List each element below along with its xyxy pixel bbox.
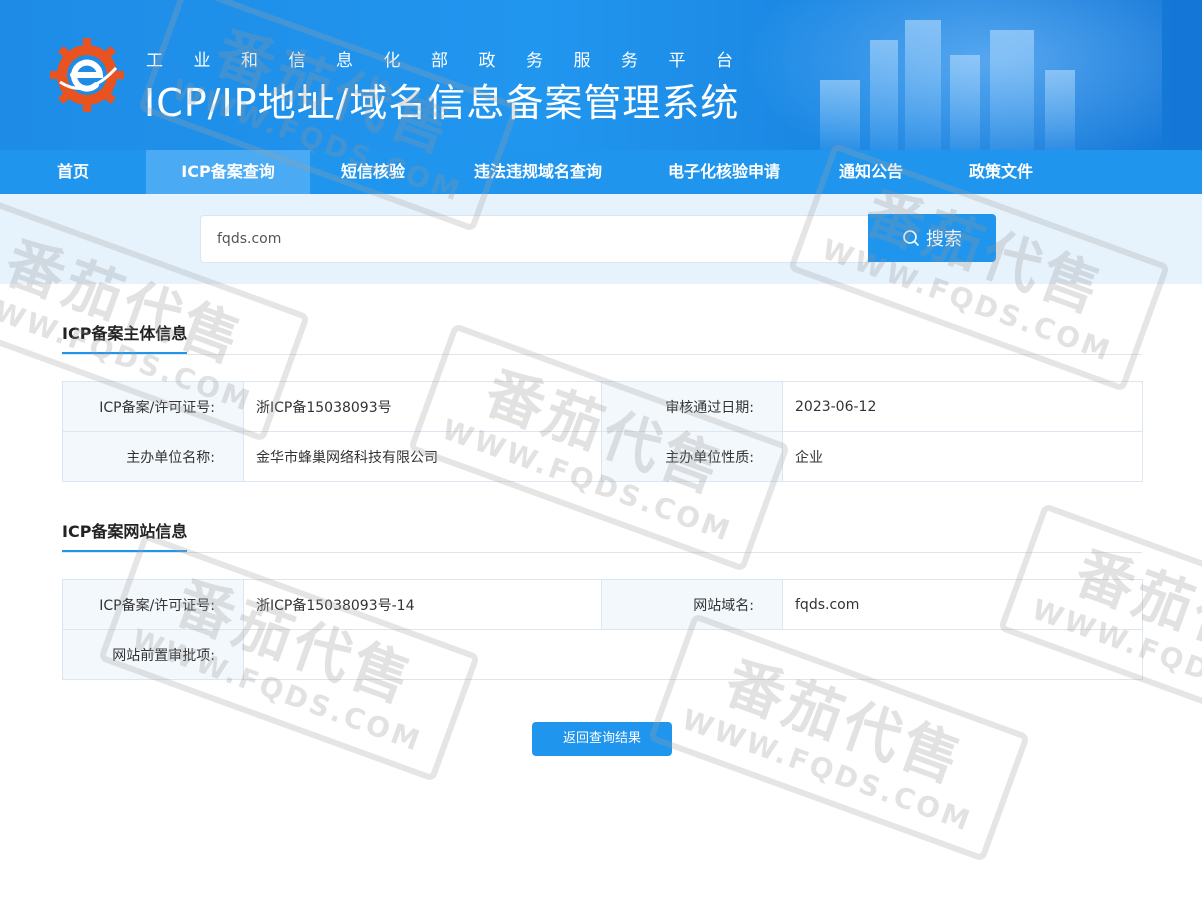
field-value: 浙ICP备15038093号-14 [243, 579, 602, 630]
skyline-building [1045, 70, 1075, 150]
main-nav: 首页 ICP备案查询 短信核验 违法违规域名查询 电子化核验申请 通知公告 政策… [0, 150, 1202, 194]
section-divider [62, 552, 1142, 553]
entity-section-title: ICP备案主体信息 [62, 320, 188, 354]
gear-e-logo-icon [50, 38, 124, 112]
nav-item-e-verify[interactable]: 电子化核验申请 [640, 150, 808, 194]
back-to-results-button[interactable]: 返回查询结果 [532, 722, 672, 756]
skyline-building [870, 40, 898, 150]
field-value: 2023-06-12 [782, 381, 1143, 432]
field-value: 企业 [782, 431, 1143, 482]
search-icon [903, 230, 919, 246]
nav-item-sms-verify[interactable]: 短信核验 [310, 150, 436, 194]
field-label: 网站前置审批项: [62, 629, 244, 680]
field-value: fqds.com [782, 579, 1143, 630]
field-label: 主办单位名称: [62, 431, 244, 482]
nav-item-notices[interactable]: 通知公告 [808, 150, 934, 194]
skyline-building [905, 20, 941, 150]
website-info-table: ICP备案/许可证号: 浙ICP备15038093号-14 网站域名: fqds… [62, 579, 1143, 680]
nav-item-illegal-domain[interactable]: 违法违规域名查询 [436, 150, 640, 194]
platform-subtitle: 工业和信息化部政务服务平台 [146, 51, 764, 71]
field-label: 主办单位性质: [601, 431, 783, 482]
page-title: ICP/IP地址/域名信息备案管理系统 [144, 81, 740, 125]
field-label: 网站域名: [601, 579, 783, 630]
skyline-building [820, 80, 860, 150]
search-button-label: 搜索 [926, 229, 962, 250]
search-input[interactable]: fqds.com [200, 215, 870, 263]
website-section-title: ICP备案网站信息 [62, 518, 188, 552]
field-label: 审核通过日期: [601, 381, 783, 432]
nav-item-policy[interactable]: 政策文件 [934, 150, 1068, 194]
search-area: fqds.com 搜索 [0, 194, 1202, 284]
section-divider [62, 354, 1142, 355]
table-row: ICP备案/许可证号: 浙ICP备15038093号 审核通过日期: 2023-… [62, 381, 1143, 432]
entity-info-table: ICP备案/许可证号: 浙ICP备15038093号 审核通过日期: 2023-… [62, 381, 1143, 482]
field-value: 金华市蜂巢网络科技有限公司 [243, 431, 602, 482]
field-label: ICP备案/许可证号: [62, 381, 244, 432]
search-button[interactable]: 搜索 [868, 214, 996, 262]
table-row: ICP备案/许可证号: 浙ICP备15038093号-14 网站域名: fqds… [62, 579, 1143, 630]
table-row: 网站前置审批项: [62, 629, 1143, 680]
table-row: 主办单位名称: 金华市蜂巢网络科技有限公司 主办单位性质: 企业 [62, 431, 1143, 482]
nav-item-home[interactable]: 首页 [0, 150, 146, 194]
field-label: ICP备案/许可证号: [62, 579, 244, 630]
skyline-building [950, 55, 980, 150]
skyline-building [990, 30, 1034, 150]
field-value: 浙ICP备15038093号 [243, 381, 602, 432]
header-banner: 工业和信息化部政务服务平台 ICP/IP地址/域名信息备案管理系统 [0, 0, 1202, 150]
nav-item-icp-query[interactable]: ICP备案查询 [146, 150, 310, 194]
field-value [243, 629, 1143, 680]
